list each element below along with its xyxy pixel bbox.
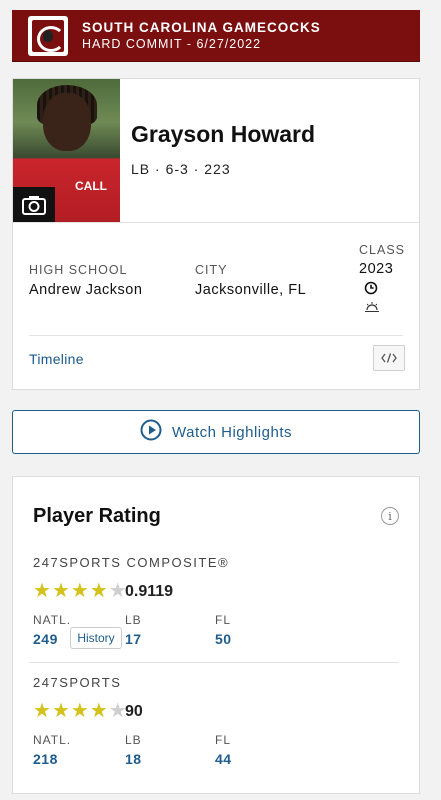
- play-circle-icon: [140, 419, 162, 445]
- sunrise-icon: [364, 299, 380, 317]
- history-button[interactable]: History: [70, 627, 122, 649]
- camera-icon[interactable]: [13, 187, 55, 222]
- sports247-label: 247SPORTS: [33, 675, 122, 690]
- city-value: Jacksonville, FL: [195, 282, 307, 298]
- gamecocks-logo-icon: [28, 15, 68, 56]
- player-card: CALL Grayson Howard LB · 6-3 · 223 HIGH …: [12, 78, 420, 390]
- embed-code-button[interactable]: [373, 345, 405, 371]
- star-icon: ★: [70, 700, 89, 722]
- sports247-natl-label: NATL.: [33, 733, 72, 747]
- player-name: Grayson Howard: [131, 121, 316, 147]
- sports247-score: 90: [125, 703, 143, 720]
- star-icon: ★: [89, 580, 108, 602]
- player-rating-card: Player Rating i 247SPORTS COMPOSITE® ★ ★ ★…: [12, 476, 420, 794]
- timeline-link[interactable]: Timeline: [29, 351, 84, 367]
- player-position-size: LB · 6-3 · 223: [131, 161, 231, 177]
- city-label: CITY: [195, 263, 228, 277]
- composite-natl-rank[interactable]: 249: [33, 631, 58, 647]
- commit-banner[interactable]: SOUTH CAROLINA GAMECOCKS HARD COMMIT - 6…: [12, 10, 420, 62]
- composite-label: 247SPORTS COMPOSITE®: [33, 555, 230, 570]
- star-icon: ★: [108, 700, 127, 722]
- watch-highlights-button[interactable]: Watch Highlights: [12, 410, 420, 454]
- composite-state-label: FL: [215, 613, 232, 627]
- composite-score: 0.9119: [125, 583, 174, 600]
- sports247-natl-rank[interactable]: 218: [33, 751, 58, 767]
- commit-status: HARD COMMIT - 6/27/2022: [82, 36, 262, 51]
- star-icon: ★: [33, 700, 51, 722]
- composite-pos-rank[interactable]: 17: [125, 631, 142, 647]
- star-icon: ★: [51, 580, 70, 602]
- divider: [29, 662, 399, 663]
- star-icon: ★: [89, 700, 108, 722]
- info-icon[interactable]: i: [381, 507, 399, 525]
- sports247-state-label: FL: [215, 733, 232, 747]
- team-name: SOUTH CAROLINA GAMECOCKS: [82, 19, 321, 35]
- composite-state-rank[interactable]: 50: [215, 631, 232, 647]
- class-value: 2023: [359, 261, 394, 277]
- composite-pos-label: LB: [125, 613, 142, 627]
- star-icon: ★: [108, 580, 127, 602]
- star-icon: ★: [51, 700, 70, 722]
- sports247-state-rank[interactable]: 44: [215, 751, 232, 767]
- sports247-pos-label: LB: [125, 733, 142, 747]
- rating-title: Player Rating: [33, 505, 161, 527]
- player-photo[interactable]: CALL: [13, 79, 120, 222]
- sports247-stars: ★ ★ ★ ★ ★: [33, 701, 127, 721]
- class-label: CLASS: [359, 243, 405, 257]
- star-icon: ★: [33, 580, 51, 602]
- watch-highlights-label: Watch Highlights: [172, 423, 292, 441]
- sports247-pos-rank[interactable]: 18: [125, 751, 142, 767]
- high-school-label: HIGH SCHOOL: [29, 263, 128, 277]
- star-icon: ★: [70, 580, 89, 602]
- divider: [13, 222, 419, 223]
- photo-jersey-text: CALL: [75, 179, 107, 193]
- code-icon: [381, 353, 397, 363]
- composite-stars: ★ ★ ★ ★ ★: [33, 581, 127, 601]
- composite-natl-label: NATL.: [33, 613, 72, 627]
- high-school-value[interactable]: Andrew Jackson: [29, 282, 142, 298]
- divider: [29, 335, 403, 336]
- clock-icon: [364, 281, 378, 300]
